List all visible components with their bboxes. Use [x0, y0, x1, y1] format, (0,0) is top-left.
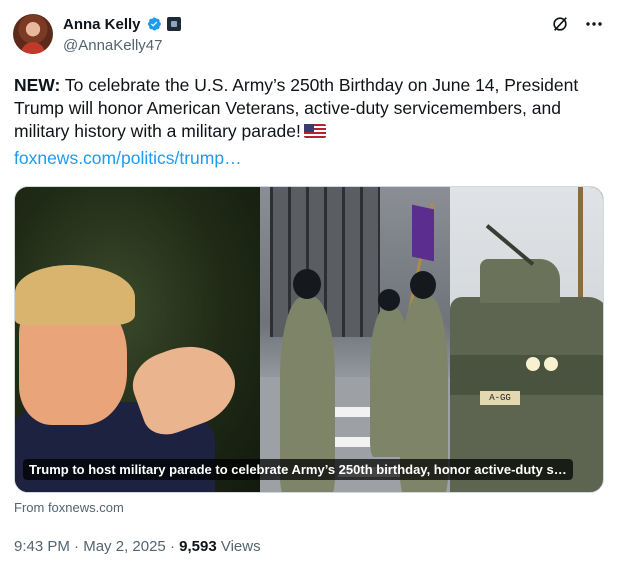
article-link[interactable]: foxnews.com/politics/trump… — [14, 148, 242, 169]
verified-badge-icon[interactable] — [146, 16, 162, 32]
author-handle[interactable]: @AnnaKelly47 — [63, 37, 162, 54]
author-name-row: Anna Kelly — [63, 14, 181, 34]
card-image-panel-left — [15, 187, 260, 492]
us-flag-icon — [303, 124, 326, 138]
tweet-date[interactable]: May 2, 2025 — [83, 538, 166, 555]
vehicle-plate: A-GG — [480, 391, 520, 405]
views-count: 9,593 — [179, 538, 217, 555]
more-icon[interactable] — [584, 14, 604, 34]
avatar[interactable] — [13, 14, 53, 54]
card-source[interactable]: From foxnews.com — [14, 500, 124, 515]
link-card[interactable]: A-GG Trump to host military parade to ce… — [14, 186, 604, 493]
card-image-panel-right: A-GG — [450, 187, 603, 492]
tweet-text-body: To celebrate the U.S. Army’s 250th Birth… — [14, 75, 579, 141]
views-label: Views — [220, 538, 261, 555]
tweet-meta: 9:43 PM · May 2, 2025 · 9,593 Views — [14, 538, 261, 555]
display-name[interactable]: Anna Kelly — [63, 16, 141, 33]
tweet-text: NEW: To celebrate the U.S. Army’s 250th … — [14, 74, 604, 143]
tweet-time[interactable]: 9:43 PM — [14, 538, 70, 555]
tweet-text-prefix: NEW: — [14, 75, 61, 95]
tweet-top-actions — [550, 14, 604, 34]
card-image-panel-middle — [260, 187, 450, 492]
grok-icon[interactable] — [550, 14, 570, 34]
card-caption: Trump to host military parade to celebra… — [23, 459, 573, 480]
affiliation-badge-icon[interactable] — [166, 17, 181, 31]
